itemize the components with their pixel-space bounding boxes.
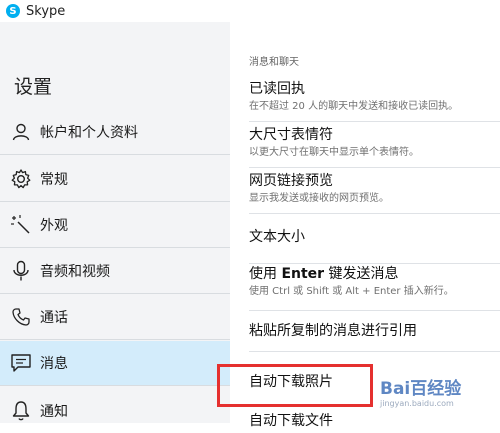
setting-auto-download-files[interactable]: 自动下载文件 [249,412,500,432]
setting-title-prefix: 使用 [249,266,282,282]
sidebar-item-calls[interactable]: 通话 [0,295,230,340]
watermark-sub-text: jingyan.baidu.com [380,399,454,408]
sidebar-item-label: 帐户和个人资料 [40,125,138,141]
setting-title: 大尺寸表情符 [249,127,333,143]
sidebar-item-label: 通话 [40,310,68,326]
setting-text-size[interactable]: 文本大小 [249,228,500,264]
microphone-icon [10,260,32,282]
user-icon [10,121,32,143]
sidebar-item-label: 外观 [40,218,68,234]
app-title: Skype [26,3,66,19]
setting-description: 以更大尺寸在聊天中显示单个表情符。 [249,147,419,158]
sidebar-item-audio-video[interactable]: 音频和视频 [0,249,230,294]
sidebar-item-label: 通知 [40,403,68,420]
settings-sidebar: 设置 帐户和个人资料 常规 外观 音频和视频 通话 消息 通知 [0,22,230,423]
setting-enter-to-send[interactable]: 使用 Enter 键发送消息 使用 Ctrl 或 Shift 或 Alt + E… [249,265,500,311]
setting-title-key: Enter [281,266,325,282]
setting-title: 已读回执 [249,81,305,97]
highlight-box [217,364,373,407]
setting-description: 使用 Ctrl 或 Shift 或 Alt + Enter 插入新行。 [249,286,454,297]
setting-title: 文本大小 [249,229,305,245]
sidebar-item-notifications[interactable]: 通知 [0,388,230,433]
section-title: 消息和聊天 [249,57,299,68]
watermark-main-text: Bai百经验 [380,379,462,399]
setting-title-suffix: 键发送消息 [324,266,399,282]
setting-large-emoticons[interactable]: 大尺寸表情符 以更大尺寸在聊天中显示单个表情符。 [249,126,500,168]
setting-title: 粘贴所复制的消息进行引用 [249,323,417,339]
setting-web-link-preview[interactable]: 网页链接预览 显示我发送或接收的网页预览。 [249,172,500,214]
magic-wand-icon [10,214,32,236]
bell-icon [10,400,32,422]
sidebar-item-label: 音频和视频 [40,264,110,280]
sidebar-item-messaging[interactable]: 消息 [0,341,230,386]
skype-logo-icon: S [6,4,20,18]
message-icon [10,352,32,374]
baidu-watermark: Bai百经验 jingyan.baidu.com [380,368,500,414]
setting-title: 自动下载文件 [249,413,333,429]
messaging-settings-panel: 消息和聊天 已读回执 在不超过 20 人的聊天中发送和接收已读回执。 大尺寸表情… [230,22,500,429]
sidebar-item-label: 消息 [40,356,68,372]
sidebar-item-account[interactable]: 帐户和个人资料 [0,110,230,155]
setting-description: 在不超过 20 人的聊天中发送和接收已读回执。 [249,101,459,112]
setting-title: 网页链接预览 [249,173,333,189]
settings-heading: 设置 [14,76,53,98]
setting-read-receipts[interactable]: 已读回执 在不超过 20 人的聊天中发送和接收已读回执。 [249,80,500,122]
setting-title: 使用 Enter 键发送消息 [249,265,500,283]
sidebar-item-general[interactable]: 常规 [0,157,230,202]
setting-paste-as-quote[interactable]: 粘贴所复制的消息进行引用 [249,322,500,352]
sidebar-item-label: 常规 [40,172,68,188]
title-bar: S Skype [0,0,500,22]
sidebar-item-appearance[interactable]: 外观 [0,203,230,248]
phone-icon [10,306,32,328]
setting-description: 显示我发送或接收的网页预览。 [249,193,389,204]
gear-icon [10,168,32,190]
